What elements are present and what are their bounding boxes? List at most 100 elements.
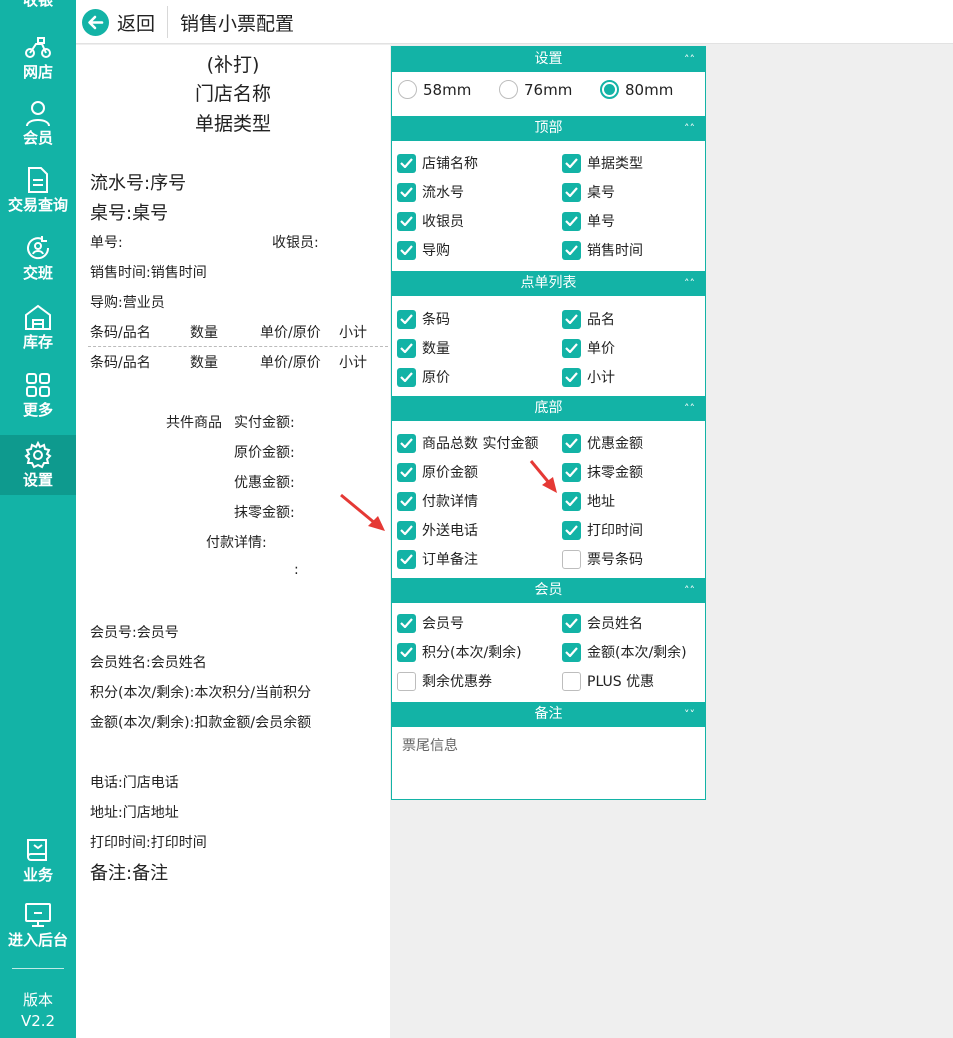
option-rounding[interactable]: 抹零金额 [562,462,643,482]
collapse-icon[interactable]: ˄˄ [684,396,695,421]
collapse-icon[interactable]: ˄˄ [684,116,695,141]
preview-table: 桌号:桌号 [90,203,169,224]
checkbox-checked-icon [397,367,416,387]
option-points[interactable]: 积分(本次/剩余) [397,642,522,662]
preview-row-subtotal: 小计 [339,355,367,371]
version-info: 版本 V2.2 [0,990,76,1032]
option-order-remark[interactable]: 订单备注 [397,549,478,569]
option-serial[interactable]: 流水号 [397,182,464,202]
checkbox-label: 原价金额 [422,465,478,481]
paper-size-80[interactable]: 80mm [600,80,673,99]
checkbox-label: 优惠金额 [587,436,643,452]
option-order-no[interactable]: 单号 [562,211,615,231]
sidebar-item-cashier[interactable]: 收银 [0,0,76,20]
checkbox-label: 销售时间 [587,243,643,259]
preview-serial: 流水号:序号 [90,173,187,194]
preview-dashed-divider [88,346,388,347]
footer-note-input[interactable] [393,727,704,799]
section-title: 顶部 [534,120,563,136]
checkbox-label: 商品总数 实付金额 [422,436,539,452]
section-title: 底部 [534,400,563,416]
sidebar-item-inventory[interactable]: 库存 [0,302,76,368]
option-quantity[interactable]: 数量 [397,338,450,358]
top-bar: 返回 销售小票配置 [76,0,953,44]
checkbox-checked-icon [562,433,581,453]
config-panel: 设置 ˄˄ 58mm 76mm 80mm 顶部 ˄˄ 店铺名称 单据类型 流水号… [391,46,706,800]
sidebar-item-label: 业务 [22,866,53,884]
expand-icon[interactable]: ˅˅ [684,702,695,727]
preview-address: 地址:门店地址 [90,805,179,821]
option-amount[interactable]: 金额(本次/剩余) [562,642,687,662]
sidebar-item-member[interactable]: 会员 [0,98,76,164]
option-address[interactable]: 地址 [562,491,615,511]
preview-guide: 导购:营业员 [90,295,165,311]
sidebar: 收银 网店 会员 交易查询 交班 库存 更多 设置 业务 进入后台 版本 V2.… [0,0,76,1038]
option-plus-discount[interactable]: PLUS 优惠 [562,671,654,691]
section-header-bottom: 底部 ˄˄ [392,396,705,421]
radio-label: 76mm [524,80,573,99]
section-title: 点单列表 [520,275,577,291]
option-doc-type[interactable]: 单据类型 [562,153,643,173]
option-original-amount[interactable]: 原价金额 [397,462,478,482]
sidebar-item-settings[interactable]: 设置 [0,435,76,495]
collapse-icon[interactable]: ˄˄ [684,578,695,603]
sidebar-item-more[interactable]: 更多 [0,370,76,436]
option-subtotal[interactable]: 小计 [562,367,615,387]
section-title: 设置 [534,51,563,67]
checkbox-unchecked-icon [562,671,581,691]
preview-total-items: 共件商品 [166,415,222,431]
checkbox-checked-icon [397,642,416,662]
option-total-paid[interactable]: 商品总数 实付金额 [397,433,538,453]
sidebar-item-backend[interactable]: 进入后台 [0,900,76,966]
option-barcode[interactable]: 条码 [397,309,450,329]
option-product-name[interactable]: 品名 [562,309,615,329]
option-member-name[interactable]: 会员姓名 [562,613,643,633]
version-label: 版本 [22,991,53,1009]
option-discount[interactable]: 优惠金额 [562,433,643,453]
checkbox-checked-icon [397,462,416,482]
preview-amount: 金额(本次/剩余):扣款金额/会员余额 [90,715,312,731]
paper-size-76[interactable]: 76mm [499,80,572,99]
sidebar-item-shift[interactable]: 交班 [0,233,76,299]
scooter-icon [23,32,53,62]
preview-reprint: (补打) [206,54,260,76]
checkbox-label: 剩余优惠券 [422,674,492,690]
option-remaining-coupons[interactable]: 剩余优惠券 [397,671,492,691]
preview-original: 原价金额: [234,445,295,461]
checkbox-checked-icon [397,182,416,202]
collapse-icon[interactable]: ˄˄ [684,271,695,296]
option-payment-detail[interactable]: 付款详情 [397,491,478,511]
checkbox-checked-icon [397,338,416,358]
option-store-name[interactable]: 店铺名称 [397,153,478,173]
option-ticket-barcode[interactable]: 票号条码 [562,549,643,569]
checkbox-unchecked-icon [562,549,581,569]
option-print-time[interactable]: 打印时间 [562,520,643,540]
sidebar-item-label: 交班 [22,264,53,282]
option-original-price[interactable]: 原价 [397,367,450,387]
checkbox-label: 单号 [587,214,615,230]
option-guide[interactable]: 导购 [397,240,450,260]
section-header-order-list: 点单列表 ˄˄ [392,271,705,296]
page-title: 销售小票配置 [180,13,295,35]
sidebar-item-online-store[interactable]: 网店 [0,32,76,98]
grid-icon [23,370,53,400]
back-button[interactable]: 返回 [82,7,155,37]
sidebar-item-business[interactable]: 业务 [0,835,76,901]
preview-store-name: 门店名称 [194,83,271,105]
sidebar-item-transactions[interactable]: 交易查询 [0,165,76,231]
sidebar-item-label: 网店 [22,63,53,81]
option-cashier[interactable]: 收银员 [397,211,464,231]
collapse-icon[interactable]: ˄˄ [684,47,695,72]
checkbox-label: 票号条码 [587,552,643,568]
checkbox-label: PLUS 优惠 [587,674,655,690]
option-sale-time[interactable]: 销售时间 [562,240,643,260]
sidebar-item-label: 收银 [22,0,53,9]
option-unit-price[interactable]: 单价 [562,338,615,358]
paper-size-58[interactable]: 58mm [398,80,471,99]
option-table[interactable]: 桌号 [562,182,615,202]
option-member-no[interactable]: 会员号 [397,613,464,633]
checkbox-checked-icon [562,613,581,633]
option-delivery-phone[interactable]: 外送电话 [397,520,478,540]
checkbox-checked-icon [397,153,416,173]
checkbox-checked-icon [562,520,581,540]
